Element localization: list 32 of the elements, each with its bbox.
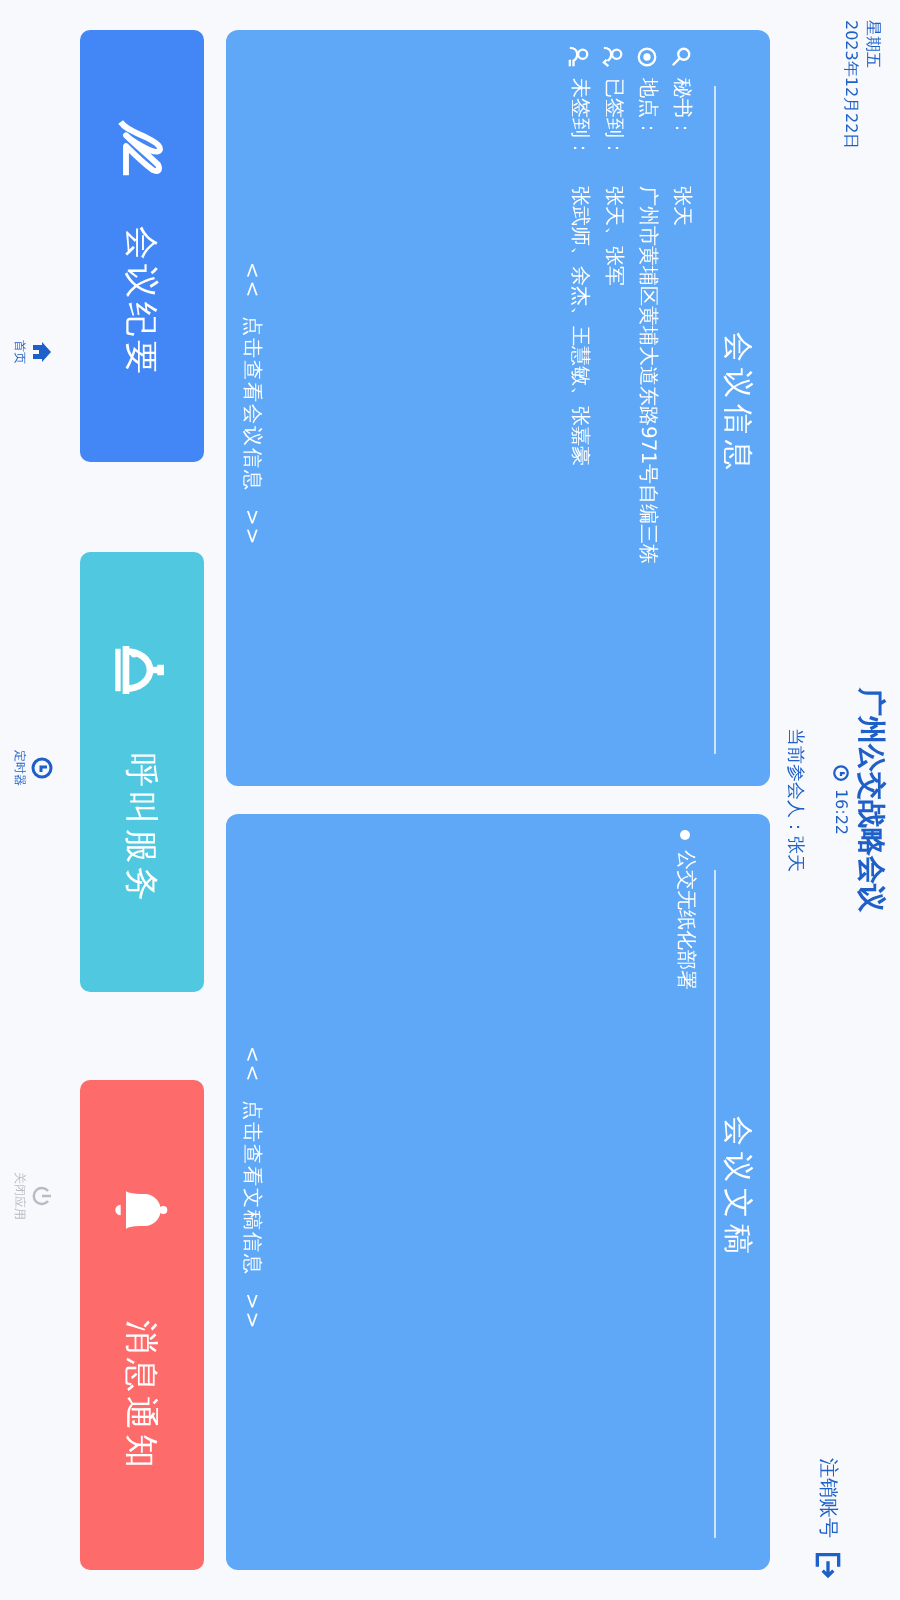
details-link[interactable]: << 点击查看会议信息 >>: [238, 46, 264, 762]
clock-time: 16:22: [830, 788, 852, 836]
person-icon: [602, 46, 624, 68]
bullet-dot: [680, 830, 690, 840]
pin-icon: [670, 46, 692, 68]
logout-icon: [812, 1548, 844, 1580]
info-value: 张天、张军: [600, 184, 626, 290]
power-icon: [30, 1184, 54, 1208]
action-button[interactable]: 呼叫服务: [80, 551, 204, 991]
person-icon: [568, 46, 590, 68]
info-value: 张天: [668, 184, 694, 230]
action-button[interactable]: 会议纪要: [80, 30, 204, 462]
info-value: 张武师、余杰、王慧敏、张嘉豪: [566, 184, 592, 470]
logout-button[interactable]: 注销账号: [812, 1360, 844, 1580]
info-label: 未签到：: [566, 78, 592, 158]
clock-icon: [30, 756, 54, 780]
info-label: 已签到：: [600, 78, 626, 158]
info-label: 地点：: [634, 78, 660, 142]
home-icon: [30, 340, 54, 364]
date-text: 2023年12月22日: [840, 20, 862, 154]
weekday-text: 星期五: [862, 20, 884, 72]
details-link[interactable]: << 点击查看文稿信息 >>: [238, 830, 264, 1546]
info-label: 秘书：: [668, 78, 694, 142]
card-title: 会议文稿: [718, 1114, 758, 1264]
card-title: 会议信息: [718, 330, 758, 480]
document-item[interactable]: 公交无纸化部署: [672, 850, 698, 990]
info-value: 广州市黄埔区黄埔大道东路971号自编三栋: [634, 184, 660, 569]
attendee-text: 当前参会人：张天: [782, 728, 806, 872]
target-icon: [636, 46, 658, 68]
meeting-title: 广州公交战略会议: [852, 688, 888, 912]
action-button[interactable]: 消息通知: [80, 1080, 204, 1570]
clock-icon: [832, 764, 850, 783]
